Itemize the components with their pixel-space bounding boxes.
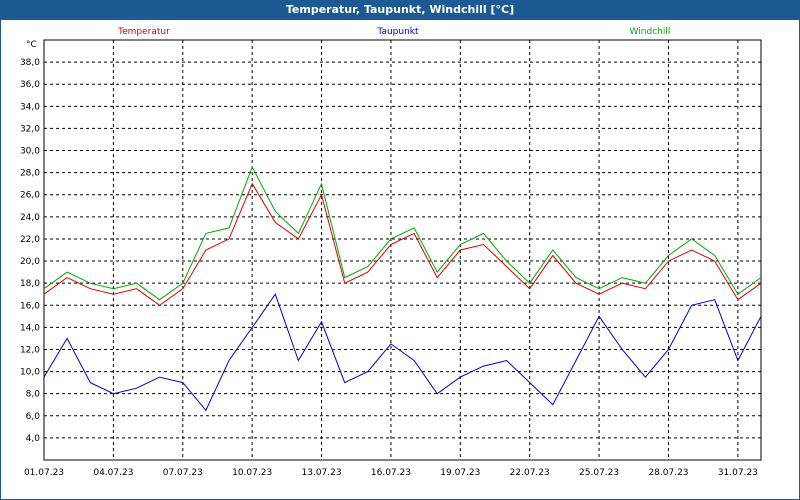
y-tick-label: 30,0 [20,147,40,157]
x-tick-label: 22.07.23 [510,468,550,478]
x-tick-label: 07.07.23 [163,468,203,478]
legend: Temperatur Taupunkt Windchill [117,27,670,37]
y-tick-label: 8,0 [26,390,41,400]
y-tick-label: 12,0 [20,345,40,355]
y-tick-label: 16,0 [20,301,40,311]
legend-label-temperatur: Temperatur [117,27,170,37]
series-lines [43,165,762,412]
x-tick-label: 19.07.23 [440,468,480,478]
x-axis: 01.07.23 04.07.23 07.07.23 10.07.23 13.07.23… [24,468,758,478]
y-tick-label: 34,0 [20,102,40,112]
x-tick-label: 10.07.23 [232,468,272,478]
line-chart: °C 4,0 6,0 8,0 10,0 12,0 14,0 16,0 18,0 20,0 22,0… [20,27,762,478]
x-tick-label: 25.07.23 [579,468,619,478]
y-tick-label: 22,0 [20,235,40,245]
y-tick-label: 6,0 [26,412,41,422]
legend-label-taupunkt: Taupunkt [376,27,419,37]
y-tick-label: 36,0 [20,80,40,90]
legend-label-windchill: Windchill [630,27,671,37]
y-axis: 4,0 6,0 8,0 10,0 12,0 14,0 16,0 18,0 20,0 22,0 24,… [20,58,40,444]
y-tick-label: 38,0 [20,58,40,68]
y-tick-label: 26,0 [20,191,40,201]
y-unit-label: °C [26,40,37,50]
series-line-taupunkt [43,293,762,412]
grid [44,40,761,460]
x-tick-label: 13.07.23 [302,468,342,478]
y-tick-label: 4,0 [26,434,41,444]
x-tick-label: 16.07.23 [371,468,411,478]
series-line-temperatur [43,182,762,306]
x-tick-label: 31.07.23 [718,468,758,478]
plot-area [43,39,762,461]
y-tick-label: 24,0 [20,213,40,223]
x-tick-label: 04.07.23 [93,468,133,478]
y-tick-label: 10,0 [20,368,40,378]
y-tick-label: 18,0 [20,279,40,289]
y-tick-label: 32,0 [20,124,40,134]
y-tick-label: 14,0 [20,323,40,333]
x-tick-label: 01.07.23 [24,468,64,478]
y-tick-label: 28,0 [20,169,40,179]
y-tick-label: 20,0 [20,257,40,267]
x-tick-label: 28.07.23 [648,468,688,478]
